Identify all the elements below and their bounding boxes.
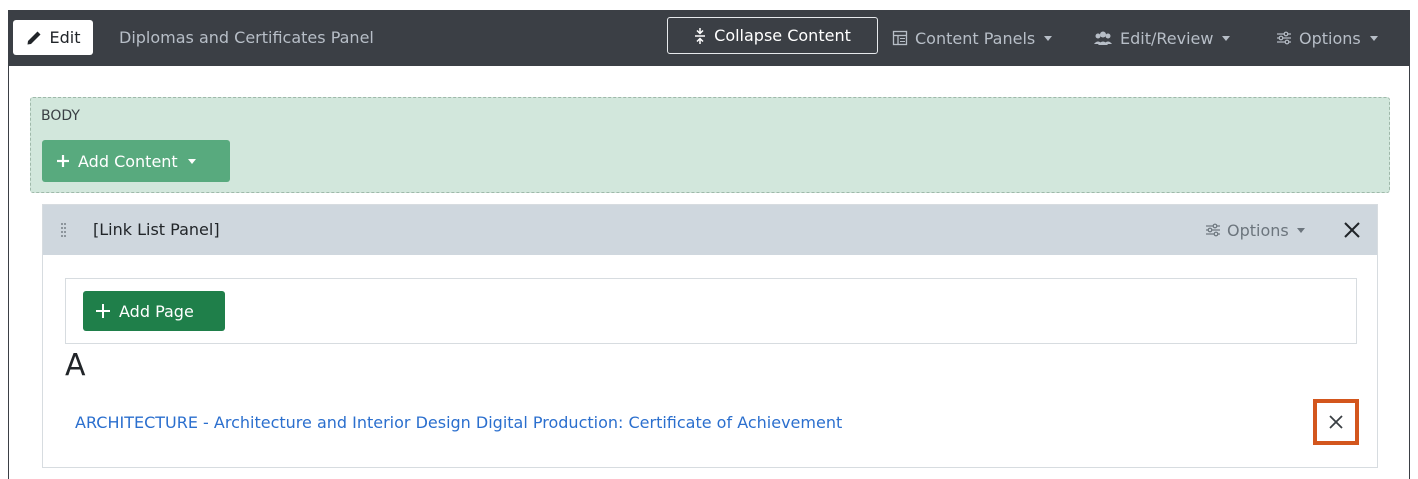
panel-name: [Link List Panel] xyxy=(93,220,220,239)
body-drop-zone: BODY Add Content xyxy=(30,97,1390,193)
add-content-label: Add Content xyxy=(78,151,178,171)
edit-button-label: Edit xyxy=(49,28,81,47)
caret-down-icon xyxy=(1044,35,1053,41)
sliders-icon xyxy=(1277,31,1291,45)
add-page-container: Add Page xyxy=(65,278,1357,344)
caret-down-icon xyxy=(1296,227,1305,233)
caret-down-icon xyxy=(187,158,196,164)
collapse-icon xyxy=(695,27,706,44)
close-icon xyxy=(1329,415,1343,429)
collapse-content-button[interactable]: Collapse Content xyxy=(667,17,878,54)
close-icon[interactable] xyxy=(1339,217,1365,243)
add-content-button[interactable]: Add Content xyxy=(42,140,230,182)
options-label: Options xyxy=(1299,28,1361,48)
plus-icon xyxy=(57,155,69,167)
drag-handle-icon[interactable] xyxy=(61,223,67,237)
add-page-label: Add Page xyxy=(119,301,194,321)
sliders-icon xyxy=(1206,223,1220,237)
collapse-content-label: Collapse Content xyxy=(714,26,851,45)
pencil-icon xyxy=(27,31,40,44)
link-list-panel: [Link List Panel] Options Add Page A ARC… xyxy=(42,204,1378,468)
section-letter-heading: A xyxy=(65,348,86,383)
options-menu[interactable]: Options xyxy=(1276,10,1378,66)
caret-down-icon xyxy=(1222,35,1231,41)
frame-border-left xyxy=(8,66,9,479)
edit-review-label: Edit/Review xyxy=(1120,28,1214,48)
panel-header: [Link List Panel] Options xyxy=(43,205,1377,255)
content-panels-label: Content Panels xyxy=(915,28,1036,48)
table-icon xyxy=(892,30,908,46)
edit-button[interactable]: Edit xyxy=(13,20,93,55)
edit-review-menu[interactable]: Edit/Review xyxy=(1093,10,1231,66)
body-zone-label: BODY xyxy=(41,108,80,124)
panel-options-label: Options xyxy=(1227,220,1289,240)
editor-toolbar: Edit Diplomas and Certificates Panel Col… xyxy=(8,10,1410,66)
users-icon xyxy=(1094,31,1112,45)
panel-options-menu[interactable]: Options xyxy=(1205,205,1305,255)
content-panels-menu[interactable]: Content Panels xyxy=(892,10,1053,66)
page-title: Diplomas and Certificates Panel xyxy=(119,28,374,47)
remove-link-button[interactable] xyxy=(1313,399,1359,445)
frame-border-right xyxy=(1409,66,1410,479)
caret-down-icon xyxy=(1369,35,1378,41)
link-list-item[interactable]: ARCHITECTURE - Architecture and Interior… xyxy=(75,413,842,432)
plus-icon xyxy=(96,304,110,318)
add-page-button[interactable]: Add Page xyxy=(83,291,225,331)
